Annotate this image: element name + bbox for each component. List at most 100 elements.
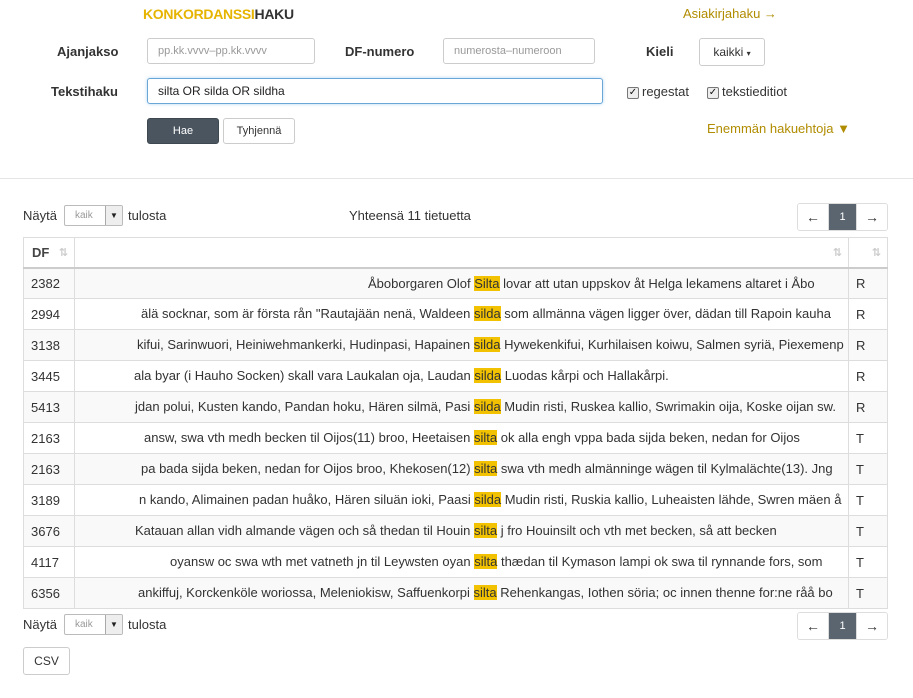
search-hit: silda <box>474 492 502 507</box>
concordance-text-cell: answ, swa vth medh becken til Oijos(11) … <box>74 422 849 454</box>
search-hit: silta <box>473 430 498 445</box>
caret-down-icon: ▼ <box>105 206 122 225</box>
search-hit: silda <box>473 306 501 321</box>
df-number-cell: 4117 <box>23 546 75 578</box>
type-column-header[interactable]: ⇅ <box>848 237 888 269</box>
next-page-icon[interactable]: → <box>857 613 887 639</box>
search-hit: silda <box>474 368 502 383</box>
search-button[interactable]: Hae <box>147 118 219 144</box>
pagination-bottom: ← 1 → <box>797 612 888 640</box>
divider <box>0 178 913 179</box>
caret-down-icon: ▾ <box>746 49 751 58</box>
language-label: Kieli <box>646 44 674 59</box>
search-hit: silta <box>474 461 498 476</box>
period-label: Ajanjakso <box>57 44 119 59</box>
source-type-cell: T <box>848 422 888 454</box>
current-page[interactable]: 1 <box>828 613 857 639</box>
source-type-cell: T <box>848 484 888 516</box>
df-number-cell: 3138 <box>23 329 75 361</box>
checkmark-icon: ✓ <box>707 86 719 99</box>
page-size-select-bottom[interactable]: kaik ▼ <box>64 614 123 635</box>
table-row: 6356 ankiffuj, Korckenköle woriossa, Mele… <box>23 577 888 609</box>
results-total: Yhteensä 11 tietuetta <box>349 208 471 223</box>
sort-icon: ⇅ <box>832 247 842 259</box>
context-after: som allmänna vägen ligger över, dädan ti… <box>500 306 831 321</box>
table-row: 2382 Åboborgaren Olof Silta lovar att uta… <box>23 267 888 299</box>
show-label-bottom: Näytä <box>23 617 57 632</box>
app-logo: KONKORDANSSIHAKU <box>143 6 294 22</box>
context-before: oyansw oc swa wth met vatneth jn til Ley… <box>170 554 475 569</box>
source-type-cell: R <box>848 391 888 423</box>
table-row: 2994 älä socknar, som är första rån "Raut… <box>23 298 888 330</box>
more-options-toggle[interactable]: Enemmän hakuehtoja ▼ <box>707 121 850 136</box>
context-before: answ, swa vth medh becken til Oijos(11) … <box>144 430 474 445</box>
table-row: 4117 oyansw oc swa wth met vatneth jn til… <box>23 546 888 578</box>
context-after: thædan til Kymason lampi ok swa til rynn… <box>497 554 823 569</box>
table-row: 3676 Katauan allan vidh almande vägen och… <box>23 515 888 547</box>
source-type-cell: R <box>848 267 888 299</box>
search-hit: silda <box>473 399 501 414</box>
df-number-cell: 3445 <box>23 360 75 392</box>
concordance-text-cell: Åboborgaren Olof Silta lovar att utan up… <box>74 267 849 299</box>
checkmark-icon: ✓ <box>627 86 639 99</box>
source-type-cell: T <box>848 515 888 547</box>
show-label: Näytä <box>23 208 57 223</box>
page-size-select[interactable]: kaik ▼ <box>64 205 123 226</box>
source-type-cell: T <box>848 453 888 485</box>
concordance-text-cell: ala byar (i Hauho Socken) skall vara Lau… <box>74 360 849 392</box>
sort-icon: ⇅ <box>58 247 68 259</box>
clear-button[interactable]: Tyhjennä <box>223 118 295 144</box>
text-column-header[interactable]: ⇅ <box>74 237 849 269</box>
search-hit: silda <box>473 337 501 352</box>
previous-page-icon[interactable]: ← <box>798 613 828 639</box>
df-number-cell: 3676 <box>23 515 75 547</box>
source-type-cell: T <box>848 577 888 609</box>
per-page-suffix-bottom: tulosta <box>128 617 167 632</box>
context-before: ankiffuj, Korckenköle woriossa, Meleniok… <box>138 585 474 600</box>
df-number-cell: 2382 <box>23 267 75 299</box>
df-number-cell: 2163 <box>23 422 75 454</box>
source-type-cell: T <box>848 546 888 578</box>
search-hit: Silta <box>474 275 500 291</box>
source-type-cell: R <box>848 298 888 330</box>
search-hit: silta <box>473 585 497 600</box>
df-number-cell: 3189 <box>23 484 75 516</box>
source-type-cell: R <box>848 329 888 361</box>
context-after: swa vth medh almänninge wägen til Kylmal… <box>497 461 833 476</box>
table-row: 3138 kifui, Sarinwuori, Heiniwehmankerki,… <box>23 329 888 361</box>
previous-page-icon[interactable]: ← <box>798 204 828 230</box>
concordance-text-cell: älä socknar, som är första rån "Rautajää… <box>74 298 849 330</box>
current-page[interactable]: 1 <box>828 204 857 230</box>
context-before: pa bada sijda beken, nedan for Oijos bro… <box>141 461 475 476</box>
context-before: Katauan allan vidh almande vägen och så … <box>135 523 474 538</box>
concordance-text-cell: n kando, Alimainen padan huåko, Hären si… <box>74 484 849 516</box>
editions-checkbox[interactable]: ✓ tekstieditiot <box>707 84 787 99</box>
df-number-input[interactable]: numerosta–numeroon <box>443 38 595 64</box>
next-page-icon[interactable]: → <box>857 204 887 230</box>
sort-icon: ⇅ <box>871 247 881 259</box>
context-after: Luodas kårpi och Hallakårpi. <box>501 368 669 383</box>
table-row: 2163 answ, swa vth medh becken til Oijos(… <box>23 422 888 454</box>
language-dropdown[interactable]: kaikki ▾ <box>699 38 765 66</box>
context-before: ala byar (i Hauho Socken) skall vara Lau… <box>134 368 475 383</box>
per-page-suffix: tulosta <box>128 208 167 223</box>
document-search-link[interactable]: Asiakirjahaku → <box>683 6 777 21</box>
context-before: älä socknar, som är första rån "Rautajää… <box>141 306 474 321</box>
df-number-cell: 6356 <box>23 577 75 609</box>
context-after: Rehenkangas, Iothen söria; oc innen then… <box>496 585 833 600</box>
period-input[interactable]: pp.kk.vvvv–pp.kk.vvvv <box>147 38 315 64</box>
results-table: DF ⇅ ⇅ ⇅ 2382 Åboborgaren Olof Silta lovar… <box>23 237 888 609</box>
context-before: jdan polui, Kusten kando, Pandan hoku, H… <box>135 399 474 414</box>
search-hit: silta <box>473 523 498 538</box>
caret-down-icon: ▼ <box>105 615 122 634</box>
pagination-top: ← 1 → <box>797 203 888 231</box>
csv-export-button[interactable]: CSV <box>23 647 70 675</box>
df-column-header[interactable]: DF ⇅ <box>23 237 75 269</box>
table-row: 2163 pa bada sijda beken, nedan for Oijos… <box>23 453 888 485</box>
context-after: j fro Houinsilt och vth met becken, så a… <box>497 523 777 538</box>
text-search-input[interactable]: silta OR silda OR sildha <box>147 78 603 104</box>
context-before: n kando, Alimainen padan huåko, Hären si… <box>139 492 475 507</box>
concordance-text-cell: Katauan allan vidh almande vägen och så … <box>74 515 849 547</box>
context-after: lovar att utan uppskov åt Helga lekamens… <box>499 275 815 291</box>
regestat-checkbox[interactable]: ✓ regestat <box>627 84 689 99</box>
